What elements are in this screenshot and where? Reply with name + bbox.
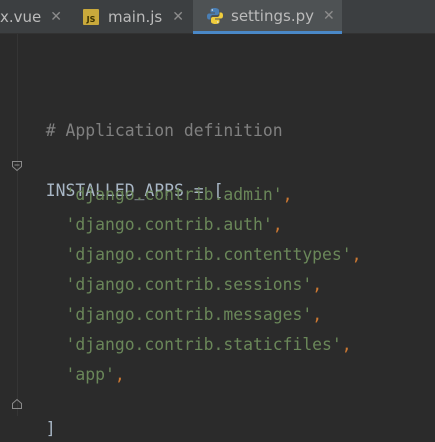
string-literal: 'django.contrib.messages' — [65, 305, 313, 324]
code-line-app: 'django.contrib.auth', — [26, 212, 283, 238]
js-file-icon: JS — [82, 8, 100, 26]
tab-label: settings.py — [231, 6, 314, 25]
comma: , — [312, 275, 323, 294]
code-line-app: 'django.contrib.messages', — [26, 302, 322, 328]
comma: , — [341, 335, 352, 354]
fold-icon[interactable] — [11, 159, 23, 172]
fold-end-icon[interactable] — [11, 397, 23, 409]
code-line-app: 'django.contrib.contenttypes', — [26, 242, 362, 268]
gutter-divider — [17, 34, 18, 416]
string-literal: 'app' — [65, 365, 115, 384]
tab-label: x.vue — [0, 8, 42, 26]
string-literal: 'django.contrib.auth' — [65, 215, 273, 234]
comma: , — [114, 365, 125, 384]
close-icon[interactable]: ✕ — [323, 9, 335, 23]
close-icon[interactable]: ✕ — [172, 10, 184, 24]
svg-text:JS: JS — [86, 15, 96, 24]
close-bracket: ] — [45, 419, 56, 438]
tab-main-js[interactable]: JS main.js ✕ — [80, 0, 192, 34]
tab-settings-py[interactable]: settings.py ✕ — [193, 0, 342, 34]
code-line-app: 'django.contrib.staticfiles', — [26, 332, 352, 358]
code-line-comment: # Application definition — [26, 92, 283, 140]
python-file-icon — [206, 7, 224, 25]
code-line-app: 'django.contrib.sessions', — [26, 272, 322, 298]
string-literal: 'django.contrib.sessions' — [65, 275, 313, 294]
comma: , — [272, 215, 283, 234]
code-line-app: 'app', — [26, 362, 125, 388]
string-literal: 'django.contrib.admin' — [65, 185, 283, 204]
close-icon[interactable]: ✕ — [50, 10, 62, 24]
tab-x-vue[interactable]: x.vue ✕ — [0, 0, 72, 34]
editor-tab-bar: x.vue ✕ JS main.js ✕ settings.py ✕ — [0, 0, 435, 34]
code-line-close: ] — [26, 390, 56, 438]
code-line-installed-apps: INSTALLED_APPS = [ — [26, 152, 224, 200]
string-literal: 'django.contrib.contenttypes' — [65, 245, 352, 264]
code-line-app: 'django.contrib.admin', — [26, 182, 292, 208]
comma: , — [282, 185, 293, 204]
comment-text: # Application definition — [45, 121, 283, 140]
tab-label: main.js — [108, 8, 163, 26]
comma: , — [351, 245, 362, 264]
string-literal: 'django.contrib.staticfiles' — [65, 335, 342, 354]
comma: , — [312, 305, 323, 324]
